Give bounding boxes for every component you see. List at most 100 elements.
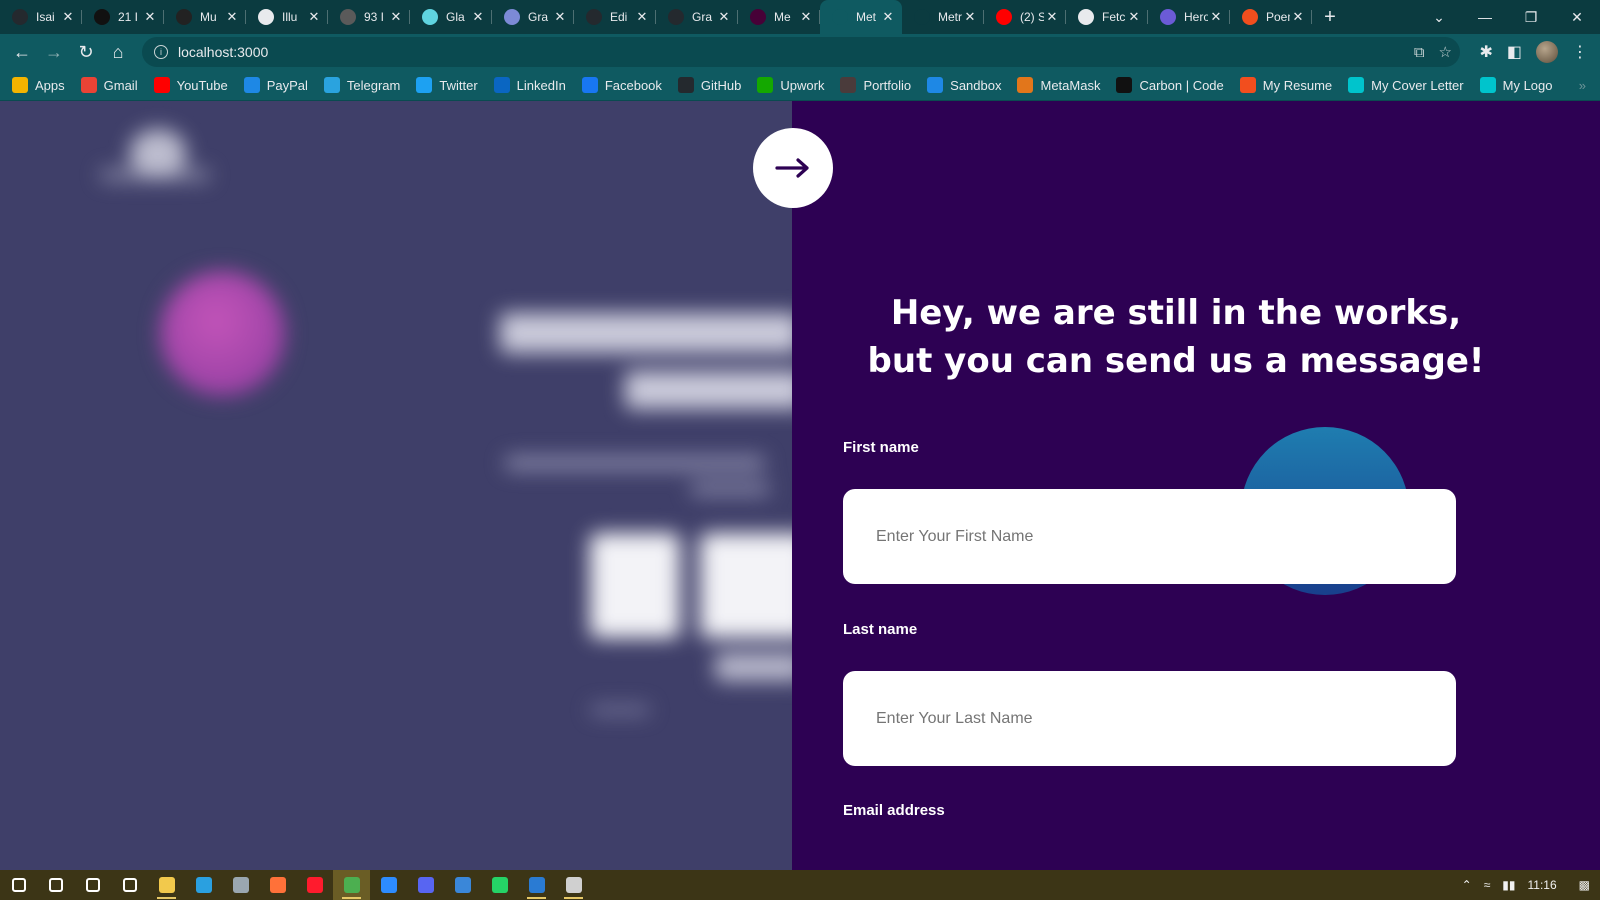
zoom-taskbar-button[interactable] — [370, 870, 407, 900]
browser-tab[interactable]: Edi ✕ — [574, 0, 656, 34]
back-button[interactable]: ← — [6, 36, 38, 68]
bookmark-item[interactable]: PayPal — [243, 77, 308, 93]
vscode-taskbar-button[interactable] — [518, 870, 555, 900]
bookmark-item[interactable]: Portfolio — [840, 77, 911, 93]
bookmark-item[interactable]: YouTube — [153, 77, 228, 93]
notepad-taskbar-button[interactable] — [222, 870, 259, 900]
settings-taskbar-button[interactable] — [111, 870, 148, 900]
bookmark-item[interactable]: Sandbox — [927, 77, 1001, 93]
browser-tab[interactable]: Poem A✕ — [1230, 0, 1312, 34]
close-tab-icon[interactable]: ✕ — [1126, 9, 1142, 25]
opera-taskbar-button[interactable] — [296, 870, 333, 900]
close-window-button[interactable]: ✕ — [1554, 0, 1600, 34]
close-tab-icon[interactable]: ✕ — [1044, 9, 1060, 25]
browser-tab[interactable]: Illu ✕ — [246, 0, 328, 34]
home-button[interactable]: ⌂ — [102, 36, 134, 68]
search-taskbar-button[interactable] — [37, 870, 74, 900]
browser-tab[interactable]: Met ✕ — [820, 0, 902, 34]
mail-icon — [454, 877, 471, 893]
browser-tab[interactable]: Fetch d✕ — [1066, 0, 1148, 34]
close-tab-icon[interactable]: ✕ — [470, 9, 486, 25]
extensions-icon[interactable]: ✱ — [1479, 42, 1492, 62]
bookmark-item[interactable]: Gmail — [80, 77, 138, 93]
bookmark-item[interactable]: Apps — [12, 77, 65, 93]
last-name-field[interactable] — [843, 671, 1456, 766]
task-view-taskbar-button[interactable] — [74, 870, 111, 900]
browser-tab[interactable]: (2) Show✕ — [984, 0, 1066, 34]
wifi-icon[interactable]: ≈ — [1484, 878, 1491, 892]
notifications-icon[interactable]: ▩ — [1579, 878, 1590, 892]
browser-tab[interactable]: 21 I ✕ — [82, 0, 164, 34]
close-tab-icon[interactable]: ✕ — [60, 9, 76, 25]
forward-button[interactable]: → — [38, 36, 70, 68]
close-tab-icon[interactable]: ✕ — [962, 9, 978, 25]
browser-tab[interactable]: Isai ✕ — [0, 0, 82, 34]
bookmarks-list: Apps Gmail YouTube PayPal Telegram Twitter Lin… — [12, 77, 1569, 93]
profile-avatar[interactable] — [1536, 41, 1558, 63]
firefox-taskbar-button[interactable] — [259, 870, 296, 900]
restore-button[interactable]: ❐ — [1508, 0, 1554, 34]
close-tab-icon[interactable]: ✕ — [224, 9, 240, 25]
browser-tab[interactable]: Mu ✕ — [164, 0, 246, 34]
new-tab-button[interactable]: + — [1312, 0, 1348, 34]
browser-tab[interactable]: Me ✕ — [738, 0, 820, 34]
browser-tab[interactable]: Gla ✕ — [410, 0, 492, 34]
bookmark-item[interactable]: Facebook — [581, 77, 662, 93]
bookmark-item[interactable]: GitHub — [677, 77, 741, 93]
globe-icon — [258, 9, 274, 25]
close-tab-icon[interactable]: ✕ — [1208, 9, 1224, 25]
first-name-field[interactable] — [843, 489, 1456, 584]
browser-tab[interactable]: Gra ✕ — [656, 0, 738, 34]
tray-overflow-icon[interactable]: ⌃ — [1462, 878, 1472, 892]
file-explorer-icon — [158, 877, 175, 893]
bookmark-item[interactable]: MetaMask — [1017, 77, 1100, 93]
bookmark-item[interactable]: Carbon | Code — [1116, 77, 1224, 93]
bookmark-item[interactable]: Twitter — [416, 77, 478, 93]
menu-icon[interactable]: ⋮ — [1572, 42, 1588, 62]
close-tab-icon[interactable]: ✕ — [306, 9, 322, 25]
browser-tab[interactable]: Heroico✕ — [1148, 0, 1230, 34]
bookmark-item[interactable]: Telegram — [323, 77, 400, 93]
tab-search-icon[interactable]: ⌄ — [1416, 0, 1462, 34]
bookmarks-overflow-icon[interactable]: » — [1579, 78, 1586, 93]
bookmark-star-icon[interactable]: ☆ — [1439, 43, 1452, 61]
bookmark-item[interactable]: My Logo — [1479, 77, 1553, 93]
file-explorer-taskbar-button[interactable] — [148, 870, 185, 900]
close-tab-icon[interactable]: ✕ — [880, 9, 896, 25]
close-tab-icon[interactable]: ✕ — [716, 9, 732, 25]
chrome-taskbar-button[interactable] — [333, 870, 370, 900]
facebook-icon — [581, 77, 598, 93]
bookmark-label: MetaMask — [1040, 77, 1101, 93]
close-tab-icon[interactable]: ✕ — [1290, 9, 1306, 25]
address-bar[interactable]: i localhost:3000 ⧉ ☆ — [142, 37, 1460, 67]
form-heading-line2: but you can send us a message! — [867, 341, 1485, 381]
windows-start-taskbar-button[interactable] — [0, 870, 37, 900]
close-tab-icon[interactable]: ✕ — [552, 9, 568, 25]
whatsapp-taskbar-button[interactable] — [481, 870, 518, 900]
clock[interactable]: 11:16 — [1528, 878, 1557, 892]
apps-grid-icon — [12, 77, 28, 93]
bookmark-item[interactable]: LinkedIn — [493, 77, 566, 93]
browser-tab[interactable]: Gra ✕ — [492, 0, 574, 34]
bookmark-item[interactable]: My Resume — [1239, 77, 1332, 93]
battery-icon[interactable]: ▮▮ — [1502, 878, 1515, 892]
browser-tab[interactable]: Metrick✕ — [902, 0, 984, 34]
close-tab-icon[interactable]: ✕ — [798, 9, 814, 25]
browser-tab[interactable]: 93 I ✕ — [328, 0, 410, 34]
close-tab-icon[interactable]: ✕ — [388, 9, 404, 25]
mail-taskbar-button[interactable] — [444, 870, 481, 900]
bookmark-item[interactable]: Upwork — [757, 77, 824, 93]
discord-taskbar-button[interactable] — [407, 870, 444, 900]
minimize-button[interactable]: — — [1462, 0, 1508, 34]
reload-button[interactable]: ↻ — [70, 36, 102, 68]
close-tab-icon[interactable]: ✕ — [634, 9, 650, 25]
side-panel-icon[interactable]: ◧ — [1507, 42, 1522, 62]
bookmark-item[interactable]: My Cover Letter — [1348, 77, 1464, 93]
share-icon[interactable]: ⧉ — [1414, 44, 1425, 61]
edge-taskbar-button[interactable] — [185, 870, 222, 900]
close-tab-icon[interactable]: ✕ — [142, 9, 158, 25]
close-form-button[interactable] — [753, 128, 833, 208]
blurred-card — [590, 533, 680, 638]
document-taskbar-button[interactable] — [555, 870, 592, 900]
site-info-icon[interactable]: i — [154, 45, 168, 59]
